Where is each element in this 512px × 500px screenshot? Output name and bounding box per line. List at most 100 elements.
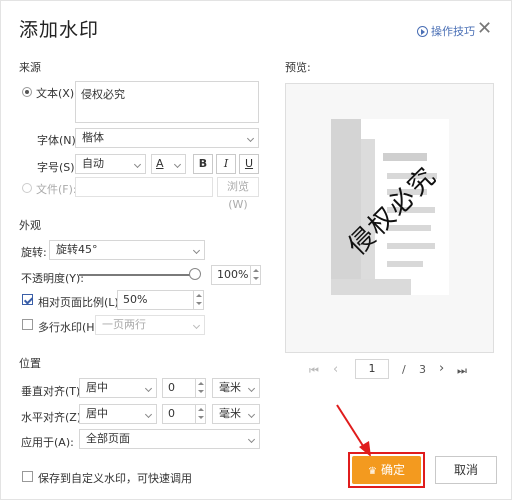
help-label: 操作技巧: [431, 25, 475, 38]
size-select[interactable]: 自动: [75, 154, 146, 174]
underline-button[interactable]: U: [239, 154, 259, 174]
rotate-label: 旋转:: [21, 246, 47, 259]
opacity-slider-handle[interactable]: [189, 268, 201, 280]
text-label: 文本(X):: [36, 87, 78, 100]
italic-button[interactable]: I: [216, 154, 236, 174]
ok-button-label: 确定: [380, 463, 405, 477]
apply-to-select[interactable]: 全部页面: [79, 429, 260, 449]
page-separator: /: [402, 363, 406, 376]
horizontal-offset-value: 0: [168, 407, 175, 420]
blurred-block: [387, 243, 435, 249]
opacity-stepper[interactable]: [250, 265, 261, 285]
add-watermark-dialog: 添加水印 操作技巧 ✕ 来源 文本(X): 侵权必究 字体(N): 楷体 字号(…: [0, 0, 512, 500]
source-section-label: 来源: [19, 61, 41, 74]
rotate-value: 旋转45°: [56, 243, 98, 256]
vertical-offset-input[interactable]: 0: [162, 378, 196, 398]
scale-input[interactable]: 50%: [117, 290, 194, 310]
horizontal-unit-select[interactable]: 毫米: [212, 404, 260, 424]
browse-button[interactable]: 浏览(W): [217, 177, 259, 211]
scale-label: 相对页面比例(L):: [38, 296, 123, 309]
font-select[interactable]: 楷体: [75, 128, 259, 148]
horizontal-offset-stepper[interactable]: [195, 404, 206, 424]
save-custom-checkbox[interactable]: [22, 471, 33, 482]
opacity-slider-track[interactable]: [79, 274, 195, 276]
font-label: 字体(N):: [37, 134, 80, 147]
first-page-icon[interactable]: ⏮: [309, 364, 319, 378]
crown-icon: ♛: [368, 466, 377, 477]
chevron-down-icon: [247, 435, 256, 444]
stepper-up-icon[interactable]: [196, 405, 205, 414]
size-value: 自动: [82, 157, 104, 170]
file-label: 文件(F):: [36, 183, 77, 196]
multiline-label: 多行水印(H):: [38, 321, 103, 334]
stepper-up-icon[interactable]: [251, 266, 260, 275]
chevron-down-icon: [144, 384, 153, 393]
blurred-block: [331, 279, 411, 295]
chevron-down-icon: [246, 134, 255, 143]
font-color-letter: A: [156, 157, 164, 170]
file-radio[interactable]: [22, 183, 32, 193]
stepper-down-icon[interactable]: [196, 388, 205, 397]
horizontal-align-value: 居中: [86, 407, 108, 420]
apply-to-value: 全部页面: [86, 432, 130, 445]
horizontal-unit-value: 毫米: [219, 407, 241, 420]
page-total: 3: [419, 363, 426, 376]
vertical-align-select[interactable]: 居中: [79, 378, 157, 398]
stepper-down-icon[interactable]: [251, 275, 260, 284]
page-current: 1: [368, 362, 376, 375]
chevron-down-icon: [247, 410, 256, 419]
preview-label: 预览:: [285, 61, 311, 74]
opacity-slider-fill: [79, 274, 195, 276]
watermark-text-value: 侵权必究: [81, 88, 125, 101]
multiline-select[interactable]: 一页两行: [95, 315, 205, 335]
appearance-section-label: 外观: [19, 219, 41, 232]
vertical-unit-value: 毫米: [219, 381, 241, 394]
stepper-down-icon[interactable]: [196, 414, 205, 423]
vertical-offset-value: 0: [168, 381, 175, 394]
chevron-down-icon: [133, 160, 142, 169]
horizontal-align-label: 水平对齐(Z):: [21, 411, 85, 424]
red-arrow-annotation: [336, 404, 371, 457]
vertical-unit-select[interactable]: 毫米: [212, 378, 260, 398]
cancel-button[interactable]: 取消: [435, 456, 497, 484]
opacity-label: 不透明度(Y):: [21, 272, 85, 285]
next-page-icon[interactable]: ›: [439, 361, 444, 376]
last-page-icon[interactable]: ⏭: [457, 364, 467, 378]
watermark-text-input[interactable]: 侵权必究: [75, 81, 259, 123]
stepper-up-icon[interactable]: [196, 379, 205, 388]
file-path-input[interactable]: [75, 177, 213, 197]
position-section-label: 位置: [19, 357, 41, 370]
horizontal-align-select[interactable]: 居中: [79, 404, 157, 424]
vertical-align-label: 垂直对齐(T):: [21, 385, 85, 398]
multiline-checkbox[interactable]: [22, 319, 33, 330]
page-number-input[interactable]: 1: [355, 359, 389, 379]
apply-to-label: 应用于(A):: [21, 436, 74, 449]
chevron-down-icon: [192, 321, 201, 330]
scale-value: 50%: [123, 293, 148, 306]
dialog-title: 添加水印: [19, 19, 100, 41]
bold-button[interactable]: B: [193, 154, 213, 174]
chevron-down-icon: [192, 246, 201, 255]
opacity-value: 100%: [217, 268, 249, 281]
save-custom-label: 保存到自定义水印，可快速调用: [38, 472, 192, 485]
help-link[interactable]: 操作技巧: [417, 23, 475, 39]
font-color-picker[interactable]: A: [151, 154, 186, 174]
size-label: 字号(S):: [37, 161, 79, 174]
opacity-input[interactable]: 100%: [211, 265, 251, 285]
scale-checkbox[interactable]: [22, 294, 33, 305]
stepper-down-icon[interactable]: [194, 300, 203, 309]
vertical-align-value: 居中: [86, 381, 108, 394]
rotate-select[interactable]: 旋转45°: [49, 240, 205, 260]
chevron-down-icon: [247, 384, 256, 393]
stepper-up-icon[interactable]: [194, 291, 203, 300]
vertical-offset-stepper[interactable]: [195, 378, 206, 398]
scale-stepper[interactable]: [193, 290, 204, 310]
chevron-down-icon: [173, 160, 182, 169]
horizontal-offset-input[interactable]: 0: [162, 404, 196, 424]
prev-page-icon[interactable]: ‹: [333, 362, 338, 377]
multiline-value: 一页两行: [102, 318, 146, 331]
ok-button[interactable]: ♛ 确定: [352, 456, 421, 484]
text-radio[interactable]: [22, 87, 32, 97]
play-icon: [417, 25, 428, 37]
close-icon[interactable]: ✕: [477, 18, 492, 39]
